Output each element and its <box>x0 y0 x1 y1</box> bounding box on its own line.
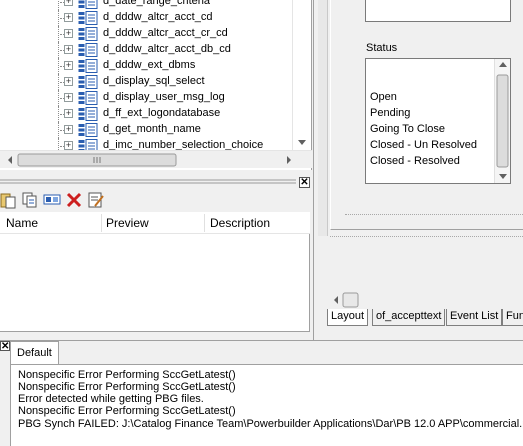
datawindow-icon <box>78 107 98 121</box>
move-icon[interactable] <box>43 191 61 209</box>
log-line: Error detected while getting PBG files. <box>18 393 204 405</box>
scroll-thumb <box>496 74 509 168</box>
datawindow-icon <box>78 43 98 57</box>
column-divider[interactable] <box>204 214 205 232</box>
tree-horizontal-scrollbar[interactable] <box>0 150 312 168</box>
tree-item[interactable]: + d_display_user_msg_log <box>0 90 300 106</box>
tree-item-label: d_dddw_altcr_acct_db_cd <box>103 43 231 55</box>
tab-functions[interactable]: Fun <box>502 309 523 326</box>
properties-side-strip <box>318 0 328 236</box>
status-listbox-scrollbar[interactable] <box>494 59 510 183</box>
tree-item-label: d_dddw_altcr_acct_cr_cd <box>103 27 228 39</box>
tree-item-label: d_get_month_name <box>103 123 201 135</box>
library-toolbar <box>0 188 312 212</box>
output-tab-bar <box>0 340 523 364</box>
list-pane-titlebar <box>0 176 312 188</box>
description-textbox[interactable] <box>365 0 511 22</box>
column-header-preview[interactable]: Preview <box>106 216 149 230</box>
tab-layout[interactable]: Layout <box>327 309 369 326</box>
delete-icon[interactable] <box>65 191 83 209</box>
scroll-right-arrow-icon <box>287 156 291 164</box>
tree-item[interactable]: + d_dddw_ext_dbms <box>0 58 300 74</box>
status-option[interactable]: Closed - Resolved <box>370 155 460 167</box>
expand-icon[interactable]: + <box>64 29 73 38</box>
scroll-down-arrow-icon <box>298 140 306 145</box>
column-header-description[interactable]: Description <box>210 216 270 230</box>
tree-item[interactable]: + d_date_range_criteria <box>0 0 300 10</box>
library-tree[interactable]: + d_date_range_criteria + d_dddw_altcr_acct… <box>0 0 312 170</box>
tree-item-label: d_dddw_altcr_acct_cd <box>103 11 213 23</box>
copy-icon[interactable] <box>21 191 39 209</box>
library-list-header: Name Preview Description <box>0 212 310 234</box>
tab-of-accepttext[interactable]: of_accepttext <box>372 309 446 326</box>
dotted-guide <box>330 236 523 237</box>
datawindow-icon <box>78 123 98 137</box>
properties-tab-strip: Layout of_accepttext Event List Fun <box>325 309 523 327</box>
column-header-name[interactable]: Name <box>6 216 38 230</box>
tree-item-label: d_date_range_criteria <box>103 0 211 7</box>
log-line: Nonspecific Error Performing SccGetLates… <box>18 369 236 381</box>
paste-icon[interactable] <box>0 191 18 209</box>
datawindow-icon <box>78 27 98 41</box>
scroll-left-arrow-icon <box>8 156 12 164</box>
tree-item[interactable]: + d_ff_ext_logondatabase <box>0 106 300 122</box>
scroll-down-arrow-icon <box>499 174 507 179</box>
expand-icon[interactable]: + <box>64 45 73 54</box>
tree-item-label: d_display_sql_select <box>103 75 205 87</box>
tree-item[interactable]: + d_get_month_name <box>0 122 300 138</box>
status-option[interactable]: Closed - Un Resolved <box>370 139 477 151</box>
status-option[interactable]: Open <box>370 91 397 103</box>
log-line: Nonspecific Error Performing SccGetLates… <box>18 405 236 417</box>
tree-item[interactable]: + d_dddw_altcr_acct_db_cd <box>0 42 300 58</box>
expand-icon[interactable]: + <box>64 77 73 86</box>
expand-icon[interactable]: + <box>64 125 73 134</box>
dotted-guide <box>345 214 523 215</box>
expand-icon[interactable]: + <box>64 141 73 150</box>
expand-icon[interactable]: + <box>64 61 73 70</box>
tree-item[interactable]: + d_display_sql_select <box>0 74 300 90</box>
status-label: Status <box>366 42 398 54</box>
log-line: Nonspecific Error Performing SccGetLates… <box>18 381 236 393</box>
expand-icon[interactable]: + <box>64 93 73 102</box>
tab-event-list[interactable]: Event List <box>446 309 503 326</box>
expand-icon[interactable]: + <box>64 13 73 22</box>
column-divider[interactable] <box>101 214 102 232</box>
status-option[interactable]: Going To Close <box>370 123 445 135</box>
properties-horizontal-scrollbar[interactable] <box>330 291 523 309</box>
status-listbox[interactable]: Open Pending Going To Close Closed - Un … <box>365 58 511 184</box>
expand-icon[interactable]: + <box>64 0 73 6</box>
close-icon[interactable]: ✕ <box>299 177 310 188</box>
properties-icon[interactable] <box>87 191 105 209</box>
close-icon[interactable]: ✕ <box>0 341 10 352</box>
tree-item[interactable]: + d_dddw_altcr_acct_cr_cd <box>0 26 300 42</box>
log-line: PBG Synch FAILED: J:\Catalog Finance Tea… <box>18 418 523 430</box>
datawindow-icon <box>78 59 98 73</box>
datawindow-icon <box>78 11 98 25</box>
tree-vertical-scrollbar[interactable] <box>292 0 310 152</box>
datawindow-icon <box>78 0 98 9</box>
tree-item-label: d_display_user_msg_log <box>103 91 225 103</box>
scroll-up-arrow-icon <box>499 62 507 67</box>
library-list-body[interactable] <box>0 234 310 332</box>
tree-item-label: d_ff_ext_logondatabase <box>103 107 221 119</box>
datawindow-icon <box>78 75 98 89</box>
scroll-thumb <box>342 292 359 308</box>
expand-icon[interactable]: + <box>64 109 73 118</box>
datawindow-icon <box>78 91 98 105</box>
tree-item[interactable]: + d_dddw_altcr_acct_cd <box>0 10 300 26</box>
tree-item-label: d_dddw_ext_dbms <box>103 59 196 71</box>
scroll-left-arrow-icon <box>334 296 338 304</box>
tab-default[interactable]: Default <box>10 341 59 365</box>
output-log[interactable]: Nonspecific Error Performing SccGetLates… <box>10 364 523 446</box>
status-option[interactable]: Pending <box>370 107 410 119</box>
